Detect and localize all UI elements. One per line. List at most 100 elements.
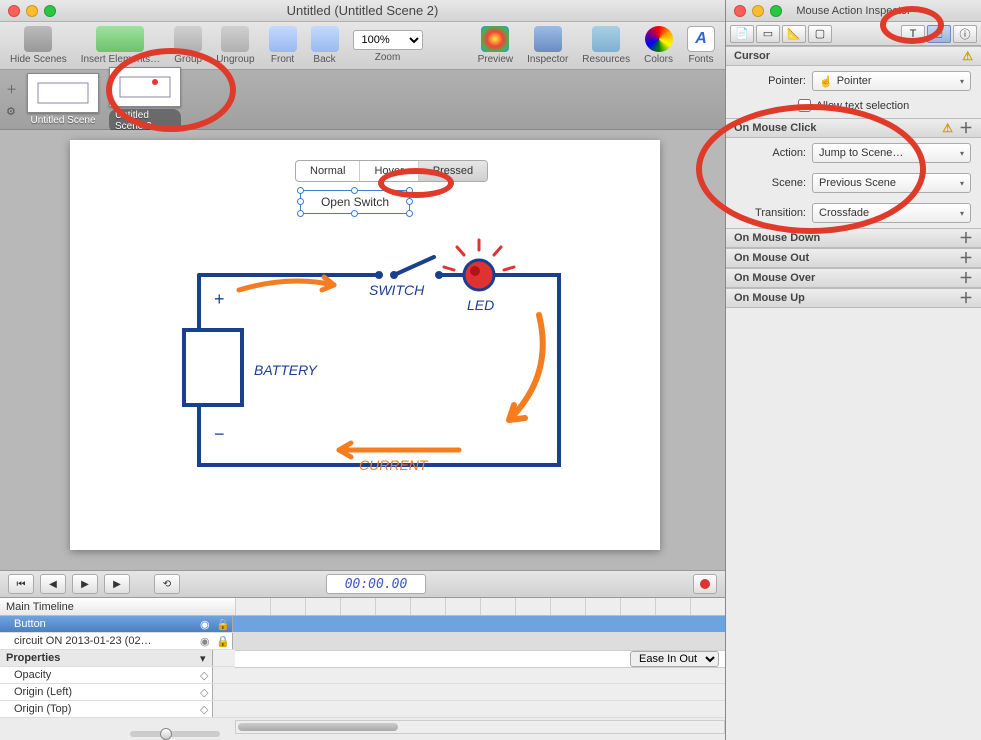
preview-button[interactable]: Preview	[474, 26, 518, 65]
add-action-button[interactable]: ＋	[959, 248, 973, 268]
state-pressed-tab[interactable]: Pressed	[419, 161, 487, 181]
eye-icon[interactable]: ◉	[200, 618, 216, 631]
group-button[interactable]: Group	[170, 26, 206, 65]
zoom-control[interactable]: 100% Zoom	[349, 28, 427, 63]
fonts-icon: A	[687, 26, 715, 52]
pointer-select[interactable]: ☝ Pointer	[812, 71, 971, 91]
easing-row: Ease In Out	[235, 650, 725, 668]
front-button[interactable]: Front	[265, 26, 301, 65]
plus-label: +	[214, 289, 225, 309]
warning-icon: ⚠	[962, 49, 973, 63]
resources-button[interactable]: Resources	[578, 26, 634, 65]
step-back-button[interactable]: ◀	[40, 574, 66, 594]
stack-icon	[24, 26, 52, 52]
easing-select[interactable]: Ease In Out	[630, 651, 719, 667]
add-action-button[interactable]: ＋	[959, 268, 973, 288]
inspector-title: Mouse Action Inspector	[726, 5, 981, 17]
action-row: Action: Jump to Scene…	[726, 138, 981, 168]
scene-thumb-1[interactable]: Untitled Scene	[27, 73, 99, 126]
thumbnail-icon	[27, 73, 99, 113]
scene-select[interactable]: Previous Scene	[812, 173, 971, 193]
minus-label: −	[214, 424, 225, 444]
keyframe-icon[interactable]: ◇	[200, 669, 208, 682]
tab-mouse-action[interactable]: 🖱	[927, 25, 951, 43]
add-scene-button[interactable]: ＋	[6, 81, 17, 97]
inspector-window: Mouse Action Inspector 📄 ▭ 📐 ▢ T 🖱 ⓘ Cur…	[725, 0, 981, 740]
property-row[interactable]: Opacity ◇	[0, 667, 725, 684]
inspector-button[interactable]: Inspector	[523, 26, 572, 65]
circuit-diagram: SWITCH LED BATTERY CURRENT + −	[179, 235, 579, 490]
ungroup-icon	[221, 26, 249, 52]
loop-button[interactable]: ⟲	[154, 574, 180, 594]
tab-document[interactable]: 📄	[730, 25, 754, 43]
insert-elements-button[interactable]: Insert Elements…	[77, 26, 164, 65]
tab-identity[interactable]: ⓘ	[953, 25, 977, 43]
slider-knob[interactable]	[160, 728, 172, 740]
action-select[interactable]: Jump to Scene…	[812, 143, 971, 163]
record-button[interactable]	[693, 574, 717, 594]
group-icon	[174, 26, 202, 52]
scene-thumb-2[interactable]: Untitled Scene 2	[109, 67, 181, 133]
pointer-icon: ☝	[819, 75, 833, 88]
fonts-button[interactable]: A Fonts	[683, 26, 719, 65]
back-button[interactable]: Back	[307, 26, 343, 65]
button-state-tabs: Normal Hover Pressed	[295, 160, 488, 182]
add-action-button[interactable]: ＋	[959, 118, 973, 138]
tab-text[interactable]: T	[901, 25, 925, 43]
keyframe-icon[interactable]: ◇	[200, 686, 208, 699]
on-mouse-down-section[interactable]: On Mouse Down ＋	[726, 228, 981, 248]
lock-icon[interactable]: 🔒	[216, 618, 232, 631]
resources-icon	[592, 26, 620, 52]
property-row[interactable]: Origin (Top) ◇	[0, 701, 725, 718]
zoom-select[interactable]: 100%	[353, 30, 423, 50]
send-back-icon	[311, 26, 339, 52]
transition-row: Transition: Crossfade	[726, 198, 981, 228]
on-mouse-up-section[interactable]: On Mouse Up ＋	[726, 288, 981, 308]
timeline-row-button[interactable]: Button ◉ 🔒	[0, 616, 725, 633]
skip-start-button[interactable]: ⏮	[8, 574, 34, 594]
timeline-scrollbar[interactable]	[235, 720, 725, 734]
window-title: Untitled (Untitled Scene 2)	[0, 3, 725, 18]
allow-text-selection-checkbox[interactable]	[798, 99, 811, 112]
scene-strip: ＋ ⚙ Untitled Scene Untitled Scene 2	[0, 70, 725, 130]
pointer-row: Pointer: ☝ Pointer	[726, 66, 981, 96]
play-button[interactable]: ▶	[104, 574, 130, 594]
ungroup-button[interactable]: Ungroup	[212, 26, 258, 65]
scene-options-button[interactable]: ⚙	[6, 105, 17, 118]
inspector-tabs: 📄 ▭ 📐 ▢ T 🖱 ⓘ	[726, 22, 981, 46]
transition-select[interactable]: Crossfade	[812, 203, 971, 223]
timeline-ruler[interactable]	[235, 598, 725, 616]
colors-button[interactable]: Colors	[640, 26, 677, 65]
lock-icon[interactable]: 🔒	[216, 635, 232, 648]
selected-element[interactable]: Open Switch	[300, 190, 410, 214]
switch-label: SWITCH	[369, 282, 425, 298]
state-normal-tab[interactable]: Normal	[296, 161, 360, 181]
tab-element[interactable]: ▢	[808, 25, 832, 43]
inspector-titlebar: Mouse Action Inspector	[726, 0, 981, 22]
cursor-section: Cursor ⚠	[726, 46, 981, 66]
property-row[interactable]: Origin (Left) ◇	[0, 684, 725, 701]
main-titlebar: Untitled (Untitled Scene 2)	[0, 0, 725, 22]
zoom-slider[interactable]	[130, 731, 220, 737]
canvas-area[interactable]: Normal Hover Pressed Open Switch	[0, 130, 725, 570]
add-action-button[interactable]: ＋	[959, 228, 973, 248]
hide-scenes-button[interactable]: Hide Scenes	[6, 26, 71, 65]
scene-row: Scene: Previous Scene	[726, 168, 981, 198]
step-fwd-button[interactable]: ▶	[72, 574, 98, 594]
on-mouse-out-section[interactable]: On Mouse Out ＋	[726, 248, 981, 268]
tab-metrics[interactable]: 📐	[782, 25, 806, 43]
stage[interactable]: Normal Hover Pressed Open Switch	[70, 140, 660, 550]
on-mouse-over-section[interactable]: On Mouse Over ＋	[726, 268, 981, 288]
browser-icon	[481, 26, 509, 52]
scrollbar-thumb[interactable]	[238, 723, 398, 731]
eye-icon[interactable]: ◉	[200, 635, 216, 648]
thumbnail-icon	[109, 67, 181, 107]
add-action-button[interactable]: ＋	[959, 288, 973, 308]
keyframe-icon[interactable]: ◇	[200, 703, 208, 716]
state-hover-tab[interactable]: Hover	[360, 161, 418, 181]
color-wheel-icon	[645, 26, 673, 52]
tab-scene[interactable]: ▭	[756, 25, 780, 43]
inspector-icon	[534, 26, 562, 52]
timeline-row-circuit[interactable]: circuit ON 2013-01-23 (02… ◉ 🔒	[0, 633, 725, 650]
led-label: LED	[467, 297, 494, 313]
